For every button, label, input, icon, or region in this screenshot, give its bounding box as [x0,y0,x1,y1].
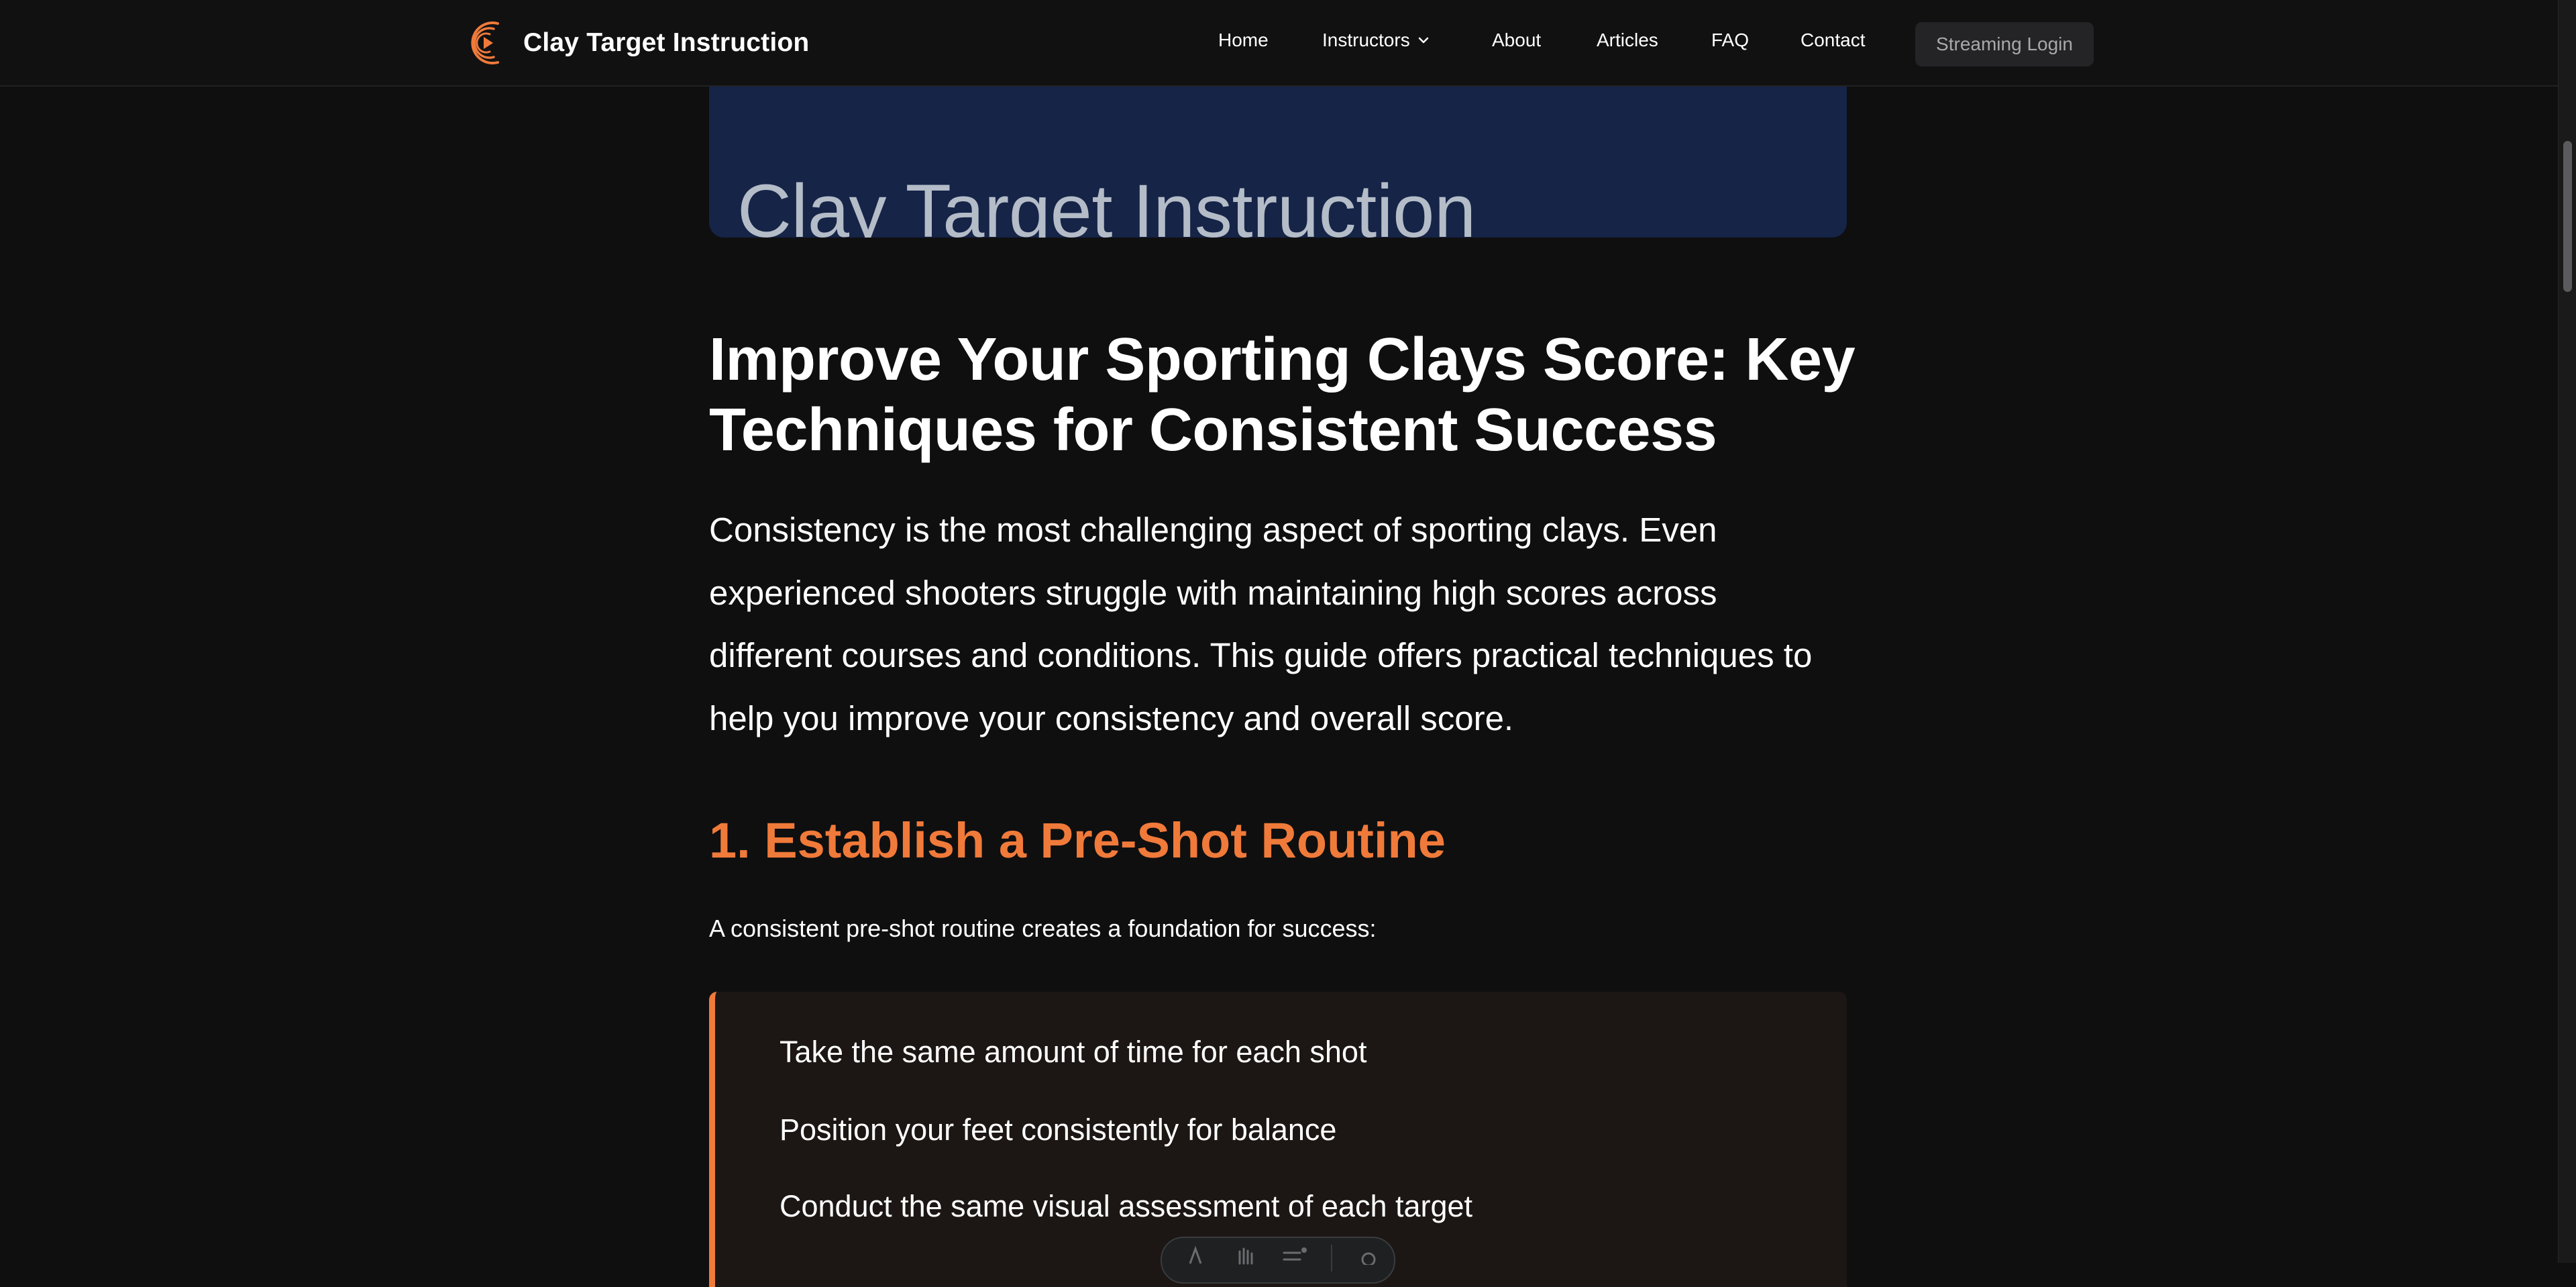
nav-articles[interactable]: Articles [1597,30,1658,51]
gear-icon[interactable] [1355,1245,1382,1265]
nav-about[interactable]: About [1492,30,1541,51]
site-header: Clay Target Instruction Home Instructors… [0,0,2558,87]
toolbar-divider [1331,1245,1332,1272]
nav-home-label: Home [1218,30,1269,50]
article-title: Improve Your Sporting Clays Score: Key T… [709,326,1856,464]
main-nav: Home Instructors About Articles FAQ Cont… [0,0,2558,87]
nav-instructors-label: Instructors [1322,30,1410,50]
streaming-login-button[interactable]: Streaming Login [1915,22,2094,66]
scrollbar-thumb[interactable] [2563,141,2572,292]
nav-articles-label: Articles [1597,30,1658,50]
list-item: Position your feet consistently for bala… [780,1113,1337,1147]
hand-pointer-icon[interactable] [1232,1245,1258,1265]
nav-about-label: About [1492,30,1542,50]
page-scrollbar[interactable] [2558,0,2576,1263]
nav-faq-label: FAQ [1711,30,1750,50]
list-item: Take the same amount of time for each sh… [780,1035,1367,1069]
chevron-down-icon [1418,37,1428,44]
article-intro: Consistency is the most challenging aspe… [709,511,1813,737]
nav-contact[interactable]: Contact [1801,30,1866,51]
section-heading: 1. Establish a Pre-Shot Routine [709,813,1446,868]
section-lead: A consistent pre-shot routine creates a … [709,915,1377,942]
list-item: Conduct the same visual assessment of ea… [780,1189,1473,1223]
nav-contact-label: Contact [1801,30,1866,50]
floating-toolbar [1161,1237,1395,1284]
text-cursor-icon[interactable] [1182,1245,1209,1265]
nav-faq[interactable]: FAQ [1711,30,1749,51]
hero-banner-text: Clay Target Instruction [737,169,1476,238]
list-icon[interactable] [1281,1245,1308,1265]
hero-banner: Clay Target Instruction [709,81,1847,238]
nav-instructors[interactable]: Instructors [1322,30,1430,51]
nav-home[interactable]: Home [1218,30,1269,51]
